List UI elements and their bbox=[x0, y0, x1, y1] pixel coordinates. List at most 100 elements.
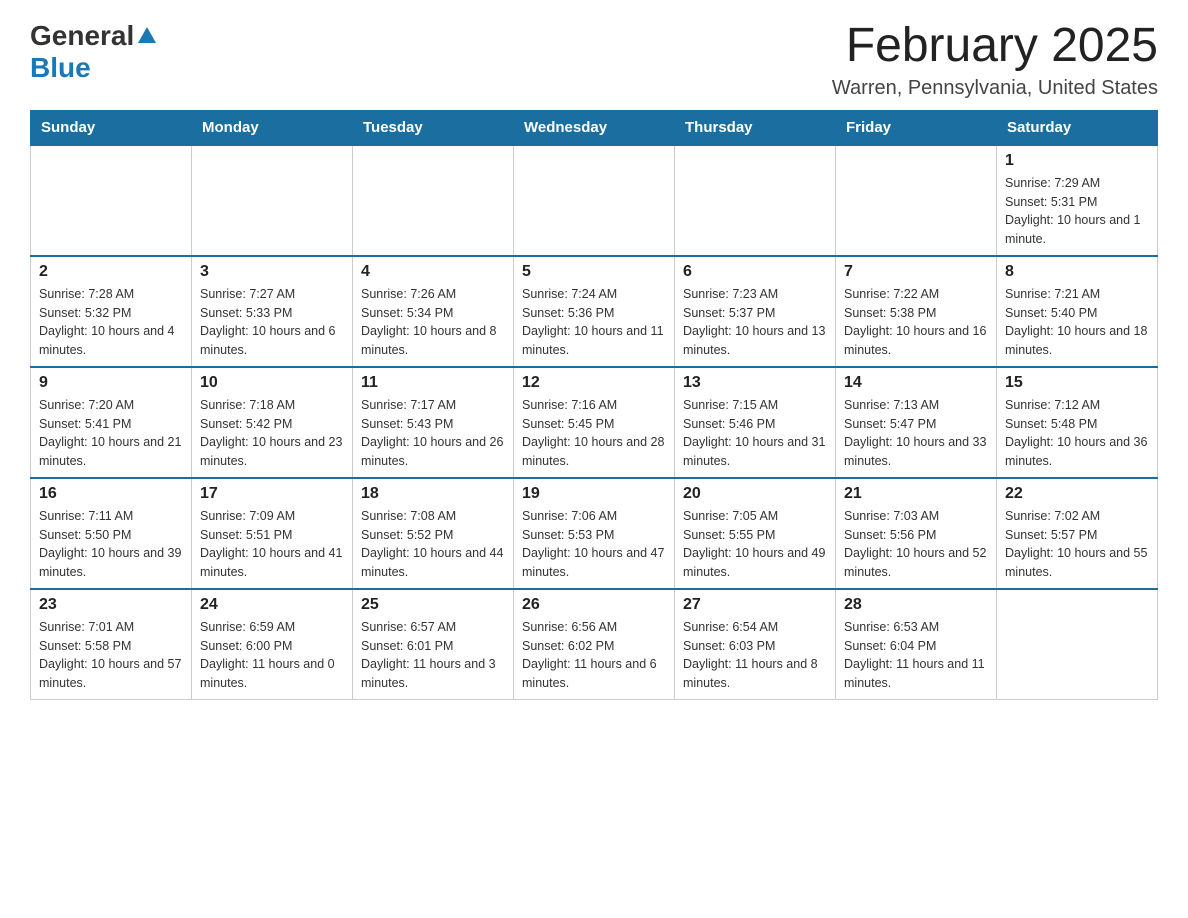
day-number: 2 bbox=[39, 263, 183, 281]
day-info: Sunrise: 7:17 AMSunset: 5:43 PMDaylight:… bbox=[361, 396, 505, 471]
calendar-day-cell bbox=[514, 145, 675, 256]
day-number: 5 bbox=[522, 263, 666, 281]
day-info: Sunrise: 7:02 AMSunset: 5:57 PMDaylight:… bbox=[1005, 507, 1149, 582]
calendar-table: SundayMondayTuesdayWednesdayThursdayFrid… bbox=[30, 110, 1158, 700]
calendar-week-row: 23 Sunrise: 7:01 AMSunset: 5:58 PMDayligh… bbox=[31, 589, 1158, 700]
calendar-day-cell: 10 Sunrise: 7:18 AMSunset: 5:42 PMDayligh… bbox=[192, 367, 353, 478]
day-number: 13 bbox=[683, 374, 827, 392]
day-info: Sunrise: 7:06 AMSunset: 5:53 PMDaylight:… bbox=[522, 507, 666, 582]
logo-blue-text: Blue bbox=[30, 52, 91, 83]
day-number: 11 bbox=[361, 374, 505, 392]
day-info: Sunrise: 7:29 AMSunset: 5:31 PMDaylight:… bbox=[1005, 174, 1149, 249]
calendar-day-cell: 16Sunrise: 7:11 AMSunset: 5:50 PMDayligh… bbox=[31, 478, 192, 589]
day-number: 18 bbox=[361, 485, 505, 503]
day-number: 25 bbox=[361, 596, 505, 614]
calendar-day-cell: 3 Sunrise: 7:27 AMSunset: 5:33 PMDaylight… bbox=[192, 256, 353, 367]
calendar-day-cell: 6 Sunrise: 7:23 AMSunset: 5:37 PMDaylight… bbox=[675, 256, 836, 367]
day-number: 3 bbox=[200, 263, 344, 281]
calendar-week-row: 2 Sunrise: 7:28 AMSunset: 5:32 PMDaylight… bbox=[31, 256, 1158, 367]
day-info: Sunrise: 7:01 AMSunset: 5:58 PMDaylight:… bbox=[39, 618, 183, 693]
day-number: 20 bbox=[683, 485, 827, 503]
day-info: Sunrise: 7:21 AMSunset: 5:40 PMDaylight:… bbox=[1005, 285, 1149, 360]
calendar-day-cell: 15 Sunrise: 7:12 AMSunset: 5:48 PMDayligh… bbox=[997, 367, 1158, 478]
calendar-day-header: Thursday bbox=[675, 110, 836, 145]
calendar-day-cell: 24 Sunrise: 6:59 AMSunset: 6:00 PMDayligh… bbox=[192, 589, 353, 700]
calendar-day-cell bbox=[675, 145, 836, 256]
day-info: Sunrise: 7:27 AMSunset: 5:33 PMDaylight:… bbox=[200, 285, 344, 360]
day-info: Sunrise: 7:05 AMSunset: 5:55 PMDaylight:… bbox=[683, 507, 827, 582]
day-number: 6 bbox=[683, 263, 827, 281]
calendar-day-cell: 4Sunrise: 7:26 AMSunset: 5:34 PMDaylight… bbox=[353, 256, 514, 367]
day-number: 21 bbox=[844, 485, 988, 503]
page-header: General Blue February 2025 Warren, Penns… bbox=[30, 20, 1158, 100]
calendar-day-header: Sunday bbox=[31, 110, 192, 145]
calendar-week-row: 9 Sunrise: 7:20 AMSunset: 5:41 PMDaylight… bbox=[31, 367, 1158, 478]
day-info: Sunrise: 6:54 AMSunset: 6:03 PMDaylight:… bbox=[683, 618, 827, 693]
calendar-day-cell: 27 Sunrise: 6:54 AMSunset: 6:03 PMDayligh… bbox=[675, 589, 836, 700]
day-info: Sunrise: 7:26 AMSunset: 5:34 PMDaylight:… bbox=[361, 285, 505, 360]
day-number: 7 bbox=[844, 263, 988, 281]
day-info: Sunrise: 6:59 AMSunset: 6:00 PMDaylight:… bbox=[200, 618, 344, 693]
day-number: 16 bbox=[39, 485, 183, 503]
calendar-day-cell: 2 Sunrise: 7:28 AMSunset: 5:32 PMDaylight… bbox=[31, 256, 192, 367]
calendar-day-cell: 22 Sunrise: 7:02 AMSunset: 5:57 PMDayligh… bbox=[997, 478, 1158, 589]
day-number: 12 bbox=[522, 374, 666, 392]
day-number: 8 bbox=[1005, 263, 1149, 281]
calendar-day-cell: 13 Sunrise: 7:15 AMSunset: 5:46 PMDayligh… bbox=[675, 367, 836, 478]
day-info: Sunrise: 7:08 AMSunset: 5:52 PMDaylight:… bbox=[361, 507, 505, 582]
calendar-day-cell bbox=[836, 145, 997, 256]
calendar-day-cell bbox=[31, 145, 192, 256]
calendar-day-cell: 12 Sunrise: 7:16 AMSunset: 5:45 PMDayligh… bbox=[514, 367, 675, 478]
day-number: 23 bbox=[39, 596, 183, 614]
day-number: 15 bbox=[1005, 374, 1149, 392]
calendar-day-cell: 25Sunrise: 6:57 AMSunset: 6:01 PMDayligh… bbox=[353, 589, 514, 700]
day-number: 14 bbox=[844, 374, 988, 392]
day-number: 26 bbox=[522, 596, 666, 614]
day-info: Sunrise: 7:23 AMSunset: 5:37 PMDaylight:… bbox=[683, 285, 827, 360]
day-number: 17 bbox=[200, 485, 344, 503]
calendar-day-header: Tuesday bbox=[353, 110, 514, 145]
calendar-day-cell bbox=[192, 145, 353, 256]
day-info: Sunrise: 7:24 AMSunset: 5:36 PMDaylight:… bbox=[522, 285, 666, 360]
day-info: Sunrise: 6:53 AMSunset: 6:04 PMDaylight:… bbox=[844, 618, 988, 693]
day-number: 24 bbox=[200, 596, 344, 614]
day-number: 9 bbox=[39, 374, 183, 392]
logo-flag-icon bbox=[136, 25, 158, 47]
calendar-day-cell bbox=[997, 589, 1158, 700]
calendar-day-cell: 18 Sunrise: 7:08 AMSunset: 5:52 PMDayligh… bbox=[353, 478, 514, 589]
calendar-day-cell: 17 Sunrise: 7:09 AMSunset: 5:51 PMDayligh… bbox=[192, 478, 353, 589]
day-info: Sunrise: 7:03 AMSunset: 5:56 PMDaylight:… bbox=[844, 507, 988, 582]
day-info: Sunrise: 7:20 AMSunset: 5:41 PMDaylight:… bbox=[39, 396, 183, 471]
calendar-day-header: Wednesday bbox=[514, 110, 675, 145]
day-number: 19 bbox=[522, 485, 666, 503]
day-number: 10 bbox=[200, 374, 344, 392]
calendar-day-cell: 23 Sunrise: 7:01 AMSunset: 5:58 PMDayligh… bbox=[31, 589, 192, 700]
day-info: Sunrise: 7:16 AMSunset: 5:45 PMDaylight:… bbox=[522, 396, 666, 471]
day-info: Sunrise: 7:22 AMSunset: 5:38 PMDaylight:… bbox=[844, 285, 988, 360]
calendar-day-header: Saturday bbox=[997, 110, 1158, 145]
logo-general-text: General bbox=[30, 20, 134, 52]
day-number: 27 bbox=[683, 596, 827, 614]
calendar-day-cell: 8 Sunrise: 7:21 AMSunset: 5:40 PMDaylight… bbox=[997, 256, 1158, 367]
day-info: Sunrise: 6:56 AMSunset: 6:02 PMDaylight:… bbox=[522, 618, 666, 693]
month-title: February 2025 bbox=[832, 20, 1158, 73]
calendar-day-cell: 14Sunrise: 7:13 AMSunset: 5:47 PMDayligh… bbox=[836, 367, 997, 478]
calendar-day-cell: 28 Sunrise: 6:53 AMSunset: 6:04 PMDayligh… bbox=[836, 589, 997, 700]
day-info: Sunrise: 7:15 AMSunset: 5:46 PMDaylight:… bbox=[683, 396, 827, 471]
calendar-day-cell bbox=[353, 145, 514, 256]
calendar-week-row: 1Sunrise: 7:29 AMSunset: 5:31 PMDaylight… bbox=[31, 145, 1158, 256]
day-info: Sunrise: 7:12 AMSunset: 5:48 PMDaylight:… bbox=[1005, 396, 1149, 471]
day-info: Sunrise: 7:28 AMSunset: 5:32 PMDaylight:… bbox=[39, 285, 183, 360]
title-area: February 2025 Warren, Pennsylvania, Unit… bbox=[832, 20, 1158, 100]
calendar-day-cell: 11 Sunrise: 7:17 AMSunset: 5:43 PMDayligh… bbox=[353, 367, 514, 478]
calendar-week-row: 16Sunrise: 7:11 AMSunset: 5:50 PMDayligh… bbox=[31, 478, 1158, 589]
day-number: 28 bbox=[844, 596, 988, 614]
calendar-header-row: SundayMondayTuesdayWednesdayThursdayFrid… bbox=[31, 110, 1158, 145]
day-number: 22 bbox=[1005, 485, 1149, 503]
calendar-day-cell: 26 Sunrise: 6:56 AMSunset: 6:02 PMDayligh… bbox=[514, 589, 675, 700]
location-subtitle: Warren, Pennsylvania, United States bbox=[832, 77, 1158, 100]
day-info: Sunrise: 7:18 AMSunset: 5:42 PMDaylight:… bbox=[200, 396, 344, 471]
day-info: Sunrise: 7:09 AMSunset: 5:51 PMDaylight:… bbox=[200, 507, 344, 582]
calendar-day-header: Monday bbox=[192, 110, 353, 145]
logo: General Blue bbox=[30, 20, 158, 84]
